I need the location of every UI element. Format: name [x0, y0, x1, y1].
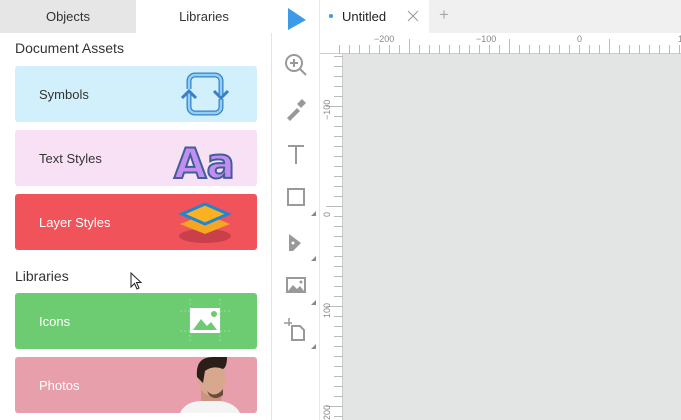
ruler-label: 0: [322, 211, 332, 217]
select-tool[interactable]: [283, 6, 309, 32]
unsaved-dot-icon: [329, 14, 333, 18]
color-picker-tool[interactable]: [283, 96, 309, 122]
sidebar: Objects Libraries Document Assets Symbol…: [0, 0, 272, 420]
ruler-label: −100: [476, 34, 497, 44]
svg-text:Aa: Aa: [174, 139, 235, 184]
eyedropper-icon: [287, 99, 306, 121]
artboard-tool-menu-indicator[interactable]: [311, 344, 316, 349]
layer-styles-icon: [178, 202, 232, 243]
ruler-label: −200: [374, 34, 395, 44]
horizontal-ruler: −200 −100 0 1: [320, 33, 681, 54]
text-styles-card[interactable]: Text Styles Aa: [15, 130, 257, 186]
tab-libraries[interactable]: Libraries: [136, 0, 272, 33]
text-styles-label: Text Styles: [39, 150, 102, 166]
pen-tool[interactable]: [283, 229, 309, 255]
document-tab-title: Untitled: [342, 9, 387, 24]
canvas[interactable]: [343, 54, 681, 420]
vertical-ruler: −100 0 100 200: [320, 54, 343, 420]
ruler-label: 100: [322, 302, 332, 318]
rectangle-tool-menu-indicator[interactable]: [311, 211, 316, 216]
photos-portrait-image: [180, 357, 240, 413]
image-tool-menu-indicator[interactable]: [311, 300, 316, 305]
image-icon: [286, 277, 306, 293]
document-assets-heading: Document Assets: [15, 40, 124, 56]
pen-tool-menu-indicator[interactable]: [311, 256, 316, 261]
toolbar: [273, 0, 320, 420]
layer-styles-card[interactable]: Layer Styles: [15, 194, 257, 250]
zoom-in-icon: [285, 54, 307, 76]
rectangle-tool[interactable]: [283, 184, 309, 210]
photos-card[interactable]: Photos: [15, 357, 257, 413]
new-tab-button[interactable]: +: [439, 5, 449, 25]
close-tab-icon[interactable]: [407, 9, 419, 27]
artboard-icon: [284, 318, 305, 341]
libraries-heading: Libraries: [15, 268, 69, 284]
rectangle-icon: [287, 188, 305, 206]
ruler-label: 0: [577, 34, 583, 44]
symbols-label: Symbols: [39, 86, 89, 102]
document-tab-bar: Untitled +: [320, 0, 681, 33]
ruler-label: −100: [322, 99, 332, 120]
pen-icon: [289, 234, 301, 251]
symbols-icon: [180, 72, 230, 116]
tab-objects[interactable]: Objects: [0, 0, 136, 33]
text-icon: [288, 145, 304, 164]
ruler-label: 200: [322, 404, 332, 420]
icons-card[interactable]: Icons: [15, 293, 257, 349]
mouse-cursor-icon: [130, 271, 143, 295]
artboard-tool[interactable]: [283, 317, 309, 343]
symbols-card[interactable]: Symbols: [15, 66, 257, 122]
text-tool[interactable]: [283, 141, 309, 167]
icons-label: Icons: [39, 313, 71, 329]
photos-label: Photos: [39, 377, 80, 393]
text-styles-icon: Aa: [173, 138, 236, 184]
pointer-arrow-icon: [288, 8, 306, 30]
icons-image-icon: [180, 299, 230, 343]
zoom-tool[interactable]: [283, 52, 309, 78]
image-tool[interactable]: [283, 272, 309, 298]
document-tab[interactable]: Untitled: [320, 0, 429, 33]
layer-styles-label: Layer Styles: [39, 214, 111, 230]
